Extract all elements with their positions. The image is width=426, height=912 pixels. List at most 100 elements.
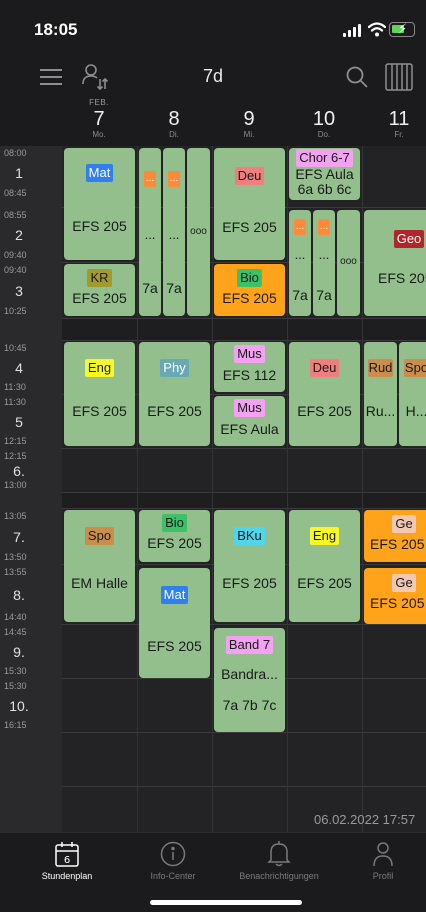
day-header-tue[interactable]: 8 Di. (137, 98, 211, 140)
day-header-fri[interactable]: 11 Fr. (352, 98, 426, 140)
room-label: EFS Aula (295, 166, 354, 182)
room-label: EFS 112 (222, 367, 277, 383)
tab-benachrichtigungen[interactable]: Benachrichtigungen (226, 839, 332, 881)
lesson-tue-mat[interactable]: Mat EFS 205 (139, 568, 210, 678)
subject-tag: Mat (160, 586, 189, 604)
day-month: FEB. (89, 98, 109, 107)
lesson-tue-more[interactable]: ooo (187, 148, 210, 316)
day-header-thu[interactable]: 10 Do. (287, 98, 361, 140)
period-end: 13:00 (4, 480, 27, 490)
period-end: 08:45 (4, 188, 27, 198)
lesson-text: ... (294, 247, 306, 262)
room-label: EFS 205 (297, 403, 352, 419)
lesson-thu-b[interactable]: ... ... 7a (313, 210, 335, 316)
subject-tag: Mat (85, 164, 114, 182)
group-label: 7a 7b 7c (222, 697, 277, 713)
period-start: 13:05 (4, 511, 27, 521)
subject-tag: Mus (234, 399, 265, 417)
lesson-mon-spo[interactable]: Spo EM Halle (64, 510, 135, 622)
tab-info-center[interactable]: Info-Center (120, 839, 226, 881)
room-label: H... (405, 403, 426, 419)
lesson-fri-rud[interactable]: Rud Ru... (364, 342, 397, 446)
lesson-wed-mus-1[interactable]: Mus EFS 112 (214, 342, 285, 392)
period-end: 11:30 (4, 382, 26, 392)
day-number: 8 (168, 108, 180, 130)
subject-tag: Deu (309, 359, 340, 377)
home-indicator (150, 900, 302, 905)
lesson-wed-bio[interactable]: Bio EFS 205 (214, 264, 285, 316)
period-start: 14:45 (4, 627, 27, 637)
period-end: 09:40 (4, 250, 27, 260)
subject-tag: Eng (309, 527, 340, 545)
tab-profil[interactable]: Profil (330, 839, 426, 881)
group-label: 7a (292, 287, 308, 303)
lesson-fri-geo[interactable]: Geo EFS 205 (364, 210, 426, 316)
period-number: 2 (15, 227, 23, 243)
tab-label: Benachrichtigungen (239, 871, 319, 881)
lesson-thu-deu[interactable]: Deu EFS 205 (289, 342, 360, 446)
room-label: EFS 205 (72, 403, 127, 419)
room-label: EFS 205 (147, 535, 202, 551)
period-number: 6. (13, 462, 25, 479)
week-view-icon[interactable] (382, 60, 416, 94)
period-start: 10:45 (4, 343, 27, 353)
tab-label: Stundenplan (41, 871, 93, 881)
period-end: 14:40 (4, 612, 27, 622)
more-indicator: ooo (190, 226, 207, 237)
period-start: 15:30 (4, 681, 27, 691)
last-updated-timestamp: 06.02.2022 17:57 (314, 812, 416, 827)
period-number: 9. (13, 643, 25, 660)
subject-tag: Band 7 (225, 636, 274, 654)
tab-label: Info-Center (150, 871, 196, 881)
day-header-mon[interactable]: FEB. 7 Mo. (62, 98, 136, 140)
lesson-fri-ge-2[interactable]: Ge EFS 205 (364, 568, 426, 624)
lesson-thu-more[interactable]: ooo (337, 210, 360, 316)
lesson-text: ... (144, 227, 156, 242)
room-label: EFS 205 (378, 270, 426, 286)
lesson-tue-bio[interactable]: Bio EFS 205 (139, 510, 210, 562)
lesson-tue-b[interactable]: ... ... 7a (163, 148, 185, 316)
lesson-tue-phy[interactable]: Phy EFS 205 (139, 342, 210, 446)
group-label: 7a (316, 287, 332, 303)
lesson-thu-a[interactable]: ... ... 7a (289, 210, 311, 316)
room-label: EFS 205 (222, 575, 277, 591)
period-number: 7. (13, 528, 25, 545)
lesson-tue-a[interactable]: ... ... 7a (139, 148, 161, 316)
day-month (212, 98, 286, 108)
subject-tag: Spo (84, 527, 115, 545)
subject-tag: ... (167, 171, 181, 187)
day-name: Di. (169, 130, 179, 139)
calendar-day: 6 (64, 855, 70, 866)
lesson-fri-ge-1[interactable]: Ge EFS 205 (364, 510, 426, 562)
period-7: 13:05 7. 13:50 (0, 509, 62, 564)
room-label: EFS 205 (147, 403, 202, 419)
period-end: 16:15 (4, 720, 27, 730)
lesson-wed-deu[interactable]: Deu EFS 205 (214, 148, 285, 260)
room-label: EFS 205 (370, 595, 425, 611)
day-header-wed[interactable]: 9 Mi. (212, 98, 286, 140)
lesson-text: ... (318, 247, 330, 262)
day-number: 10 (312, 108, 336, 130)
period-start: 09:40 (4, 265, 27, 275)
lesson-mon-kr[interactable]: KR EFS 205 (64, 264, 135, 316)
lesson-wed-bku[interactable]: BKu EFS 205 (214, 510, 285, 622)
subject-tag: Deu (234, 167, 265, 185)
lesson-wed-band[interactable]: Band 7 Bandra... 7a 7b 7c (214, 628, 285, 732)
subject-tag: ... (293, 219, 307, 235)
search-icon[interactable] (340, 60, 374, 94)
day-name: Fr. (394, 130, 404, 139)
period-start: 08:55 (4, 210, 27, 220)
period-6: 12:15 6. 13:00 (0, 449, 62, 492)
lesson-mon-mat[interactable]: Mat EFS 205 (64, 148, 135, 260)
period-end: 12:15 (4, 436, 27, 446)
lesson-thu-chor[interactable]: Chor 6-7 EFS Aula 6a 6b 6c (289, 148, 360, 200)
lesson-thu-eng[interactable]: Eng EFS 205 (289, 510, 360, 622)
lesson-fri-spo[interactable]: Spo H... (399, 342, 426, 446)
lesson-wed-mus-2[interactable]: Mus EFS Aula (214, 396, 285, 446)
tab-stundenplan[interactable]: 6 Stundenplan (14, 839, 120, 881)
lesson-mon-eng[interactable]: Eng EFS 205 (64, 342, 135, 446)
more-indicator: ooo (340, 256, 357, 267)
subject-tag: Chor 6-7 (296, 149, 353, 167)
tab-label: Profil (372, 871, 394, 881)
room-label: Bandra... (221, 666, 278, 682)
